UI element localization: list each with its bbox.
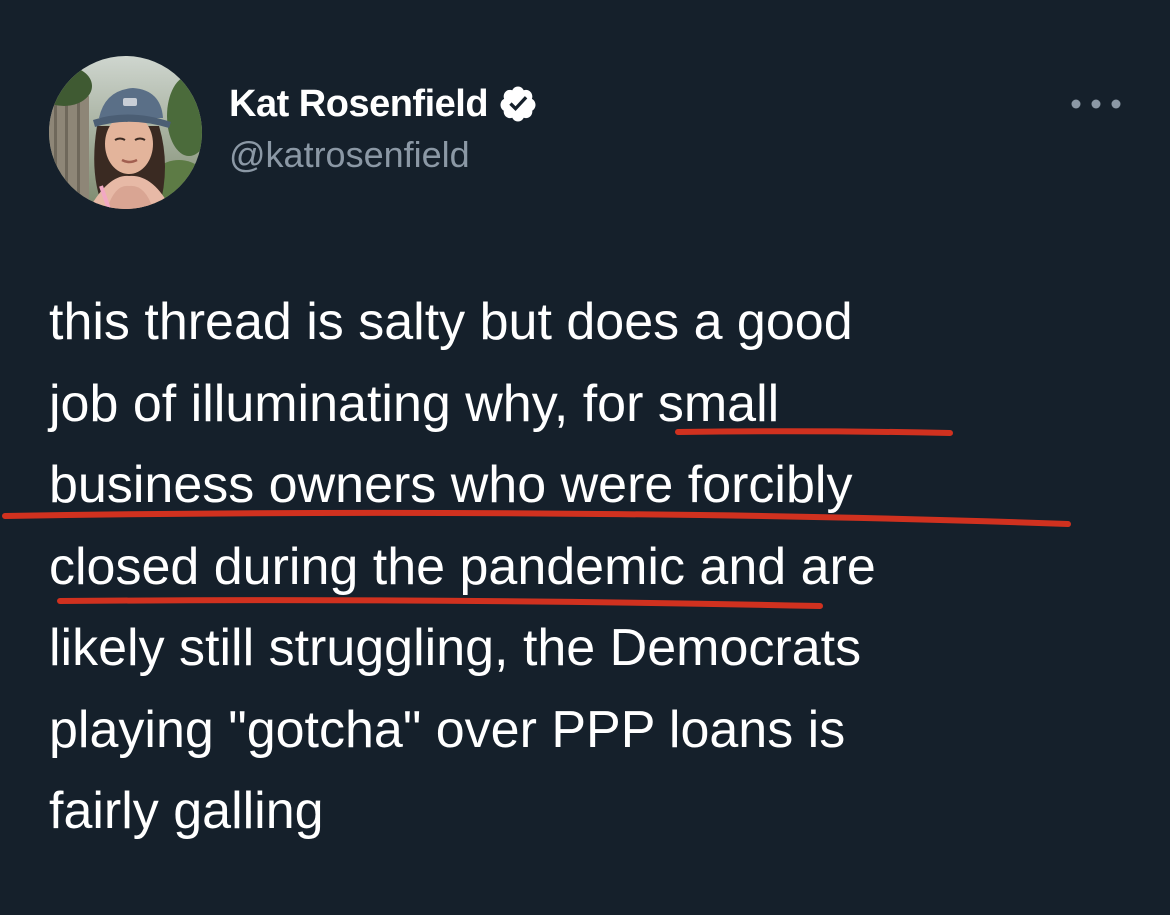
tweet-text-line: likely still struggling, the Democrats — [49, 619, 862, 677]
tweet-text-line: this thread is salty but does a good — [49, 293, 853, 351]
tweet-text-line: closed during the pandemic and are — [49, 537, 876, 596]
tweet-text-line: job of illuminating why, for small — [49, 374, 780, 433]
tweet: Kat Rosenfield @katrosenfield this threa… — [0, 0, 1170, 915]
more-options-button[interactable] — [1064, 88, 1128, 120]
more-options-icon — [1071, 99, 1121, 109]
tweet-text-line: playing "gotcha" over PPP loans is — [49, 700, 846, 759]
avatar[interactable] — [49, 56, 202, 209]
avatar-photo — [49, 56, 202, 209]
verified-badge-icon — [498, 84, 538, 124]
tweet-text-line: fairly galling — [49, 782, 324, 840]
author-display-name[interactable]: Kat Rosenfield — [229, 83, 489, 126]
author-name-row[interactable]: Kat Rosenfield — [229, 82, 538, 126]
author-handle[interactable]: @katrosenfield — [229, 134, 470, 176]
tweet-text: this thread is salty but does a good job… — [49, 282, 1069, 853]
tweet-text-line: business owners who were forcibly — [49, 456, 853, 514]
